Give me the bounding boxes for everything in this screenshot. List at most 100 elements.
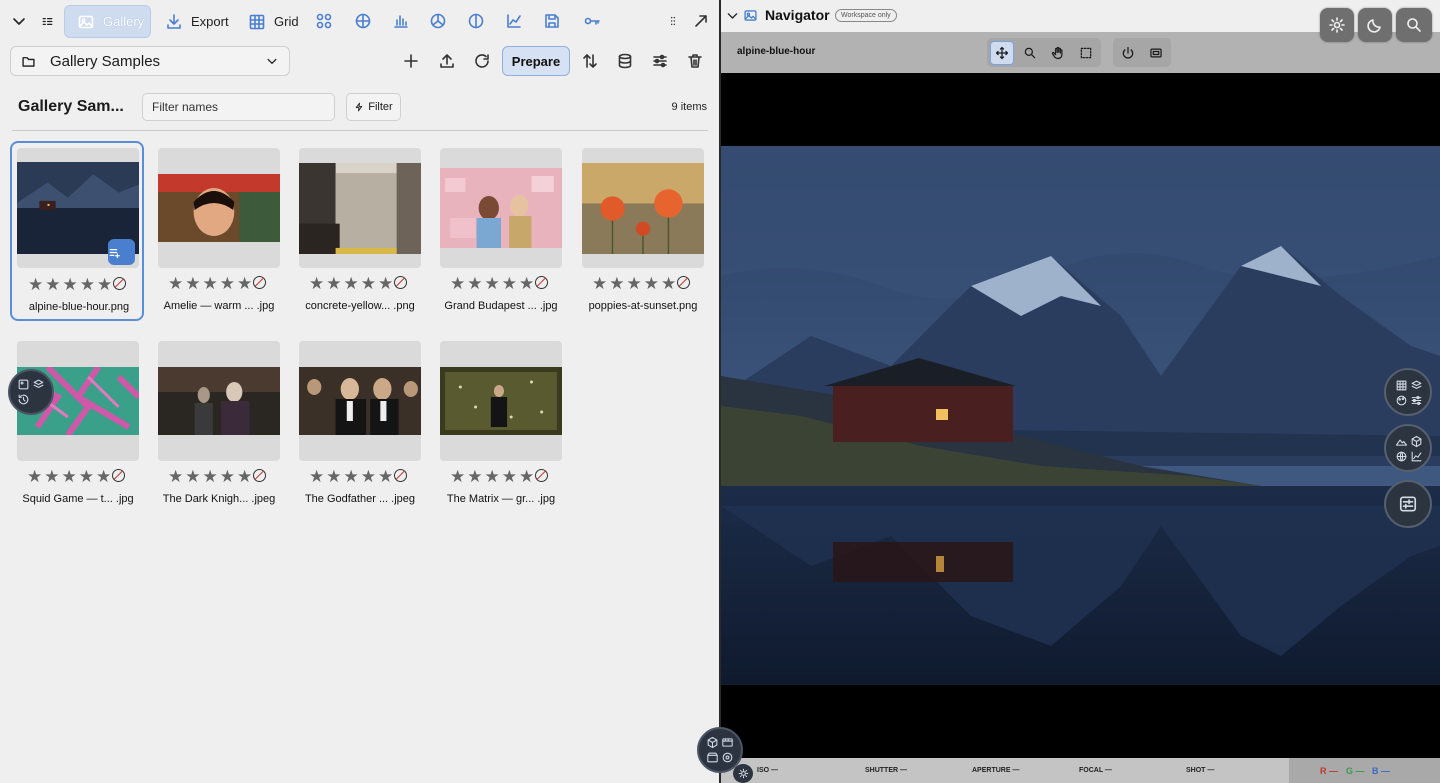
tab-export[interactable]: Export (165, 5, 229, 38)
grid-icon[interactable] (1395, 379, 1408, 392)
exif-focal: FOCAL — (1079, 767, 1112, 774)
prepare-button[interactable]: Prepare (502, 46, 570, 76)
star-rating[interactable]: ★ ★ ★ ★ ★ (168, 467, 252, 487)
quick-tools-fab[interactable] (8, 369, 54, 415)
gallery-card[interactable]: ★ ★ ★ ★ ★ Grand Budapest ... .jpg (434, 142, 568, 322)
gallery-card[interactable]: ★ ★ ★ ★ ★ alpine-blue-hour.png (10, 141, 144, 321)
star-rating[interactable]: ★ ★ ★ ★ ★ (309, 467, 393, 487)
menu-list-icon[interactable] (36, 5, 58, 37)
gallery-title: Gallery Sam... (18, 98, 124, 115)
database-button[interactable] (612, 48, 638, 74)
upload-button[interactable] (434, 48, 460, 74)
scene-tools-fab[interactable] (1384, 424, 1432, 472)
collapse-chevron-icon[interactable] (8, 5, 30, 37)
bar-chart-icon[interactable] (389, 9, 413, 33)
search-icon[interactable] (1396, 8, 1432, 42)
image-icon (78, 15, 94, 28)
sliders-icon[interactable] (1410, 394, 1423, 407)
reject-icon[interactable] (535, 276, 548, 289)
film-icon[interactable] (721, 736, 734, 749)
star-rating[interactable]: ★ ★ ★ ★ ★ (592, 274, 676, 294)
palette-icon[interactable] (1395, 394, 1408, 407)
clusters-icon[interactable] (312, 9, 336, 33)
line-chart-icon[interactable] (1410, 450, 1423, 463)
download-icon (167, 13, 181, 29)
file-name: concrete-yellow... .png (305, 300, 415, 312)
reject-icon[interactable] (112, 469, 125, 482)
compare-icon[interactable] (464, 9, 488, 33)
delete-button[interactable] (682, 48, 708, 74)
gallery-card[interactable]: ★ ★ ★ ★ ★ The Matrix — gr... .jpg (434, 335, 568, 515)
gallery-card[interactable]: ★ ★ ★ ★ ★ poppies-at-sunset.png (576, 142, 710, 322)
reject-icon[interactable] (394, 276, 407, 289)
marquee-select-icon[interactable] (1074, 41, 1098, 65)
embedding-icon[interactable] (351, 9, 375, 33)
dark-mode-icon[interactable] (1358, 8, 1392, 42)
file-name: The Matrix — gr... .jpg (446, 493, 556, 505)
preview-image[interactable] (721, 146, 1440, 685)
gallery-card[interactable]: ★ ★ ★ ★ ★ concrete-yellow... .png (293, 142, 427, 322)
sliders-button[interactable] (647, 48, 673, 74)
mountain-icon[interactable] (1395, 435, 1408, 448)
reject-icon[interactable] (253, 469, 266, 482)
tab-export-label: Export (191, 14, 229, 29)
sort-button[interactable] (577, 48, 603, 74)
globe-icon[interactable] (1395, 450, 1408, 463)
reject-icon[interactable] (113, 277, 126, 290)
grid-icon (249, 14, 265, 29)
power-icon[interactable] (1116, 41, 1140, 65)
hand-icon[interactable] (1046, 41, 1070, 65)
reject-icon[interactable] (677, 276, 690, 289)
rgb-readout: R — G — B — (1289, 758, 1440, 783)
star-rating[interactable]: ★ ★ ★ ★ ★ (309, 274, 393, 294)
collection-select[interactable]: Gallery Samples (10, 46, 290, 76)
gallery-card[interactable]: ★ ★ ★ ★ ★ Squid Game — t... .jpg (11, 335, 145, 515)
star-rating[interactable]: ★ ★ ★ ★ ★ (450, 467, 534, 487)
gallery-tool-icon[interactable] (17, 378, 30, 391)
thumbnail (299, 148, 421, 268)
reject-icon[interactable] (535, 469, 548, 482)
target-icon[interactable] (721, 751, 734, 764)
cube-icon[interactable] (706, 736, 719, 749)
sun-icon[interactable] (733, 764, 753, 783)
layers-icon[interactable] (1410, 379, 1423, 392)
thumbnail (299, 341, 421, 461)
move-tool-icon[interactable] (990, 40, 1014, 65)
gallery-card[interactable]: ★ ★ ★ ★ ★ The Godfather ... .jpeg (293, 335, 427, 515)
save-icon[interactable] (540, 9, 564, 33)
reject-icon[interactable] (253, 276, 266, 289)
gallery-card[interactable]: ★ ★ ★ ★ ★ Amelie — warm ... .jpg (152, 142, 286, 322)
filter-button[interactable]: Filter (346, 93, 401, 121)
settings-icon[interactable] (1320, 8, 1354, 42)
refresh-button[interactable] (469, 48, 495, 74)
cube-icon[interactable] (1410, 435, 1423, 448)
exif-aperture: APERTURE — (972, 767, 1020, 774)
tab-gallery[interactable]: Gallery (64, 5, 151, 38)
clapper-icon[interactable] (706, 751, 719, 764)
file-name: Squid Game — t... .jpg (22, 493, 134, 505)
star-rating[interactable]: ★ ★ ★ ★ ★ (168, 274, 252, 294)
queue-add-icon[interactable] (108, 239, 135, 265)
history-icon[interactable] (17, 393, 30, 406)
expand-icon[interactable] (689, 9, 713, 33)
key-icon[interactable] (580, 9, 604, 33)
filter-names-input[interactable] (142, 93, 335, 121)
frame-icon[interactable] (1144, 41, 1168, 65)
analysis-tools-fab[interactable] (1384, 368, 1432, 416)
star-rating[interactable]: ★ ★ ★ ★ ★ (28, 275, 112, 295)
reject-icon[interactable] (394, 469, 407, 482)
add-button[interactable] (398, 48, 424, 74)
gallery-card[interactable]: ★ ★ ★ ★ ★ The Dark Knigh... .jpeg (152, 335, 286, 515)
line-chart-icon[interactable] (502, 9, 526, 33)
pie-chart-icon[interactable] (426, 9, 450, 33)
metadata-panel-button[interactable] (1384, 480, 1432, 528)
thumbnail (158, 341, 280, 461)
star-rating[interactable]: ★ ★ ★ ★ ★ (27, 467, 111, 487)
gallery-panel: Gallery Export Grid Gallery Samples Prep… (0, 0, 719, 783)
star-rating[interactable]: ★ ★ ★ ★ ★ (450, 274, 534, 294)
zoom-icon[interactable] (1018, 41, 1042, 65)
drag-handle-icon[interactable] (661, 9, 685, 33)
tab-grid[interactable]: Grid (248, 5, 299, 38)
collapse-chevron-icon[interactable] (725, 8, 740, 23)
layers-icon[interactable] (32, 378, 45, 391)
